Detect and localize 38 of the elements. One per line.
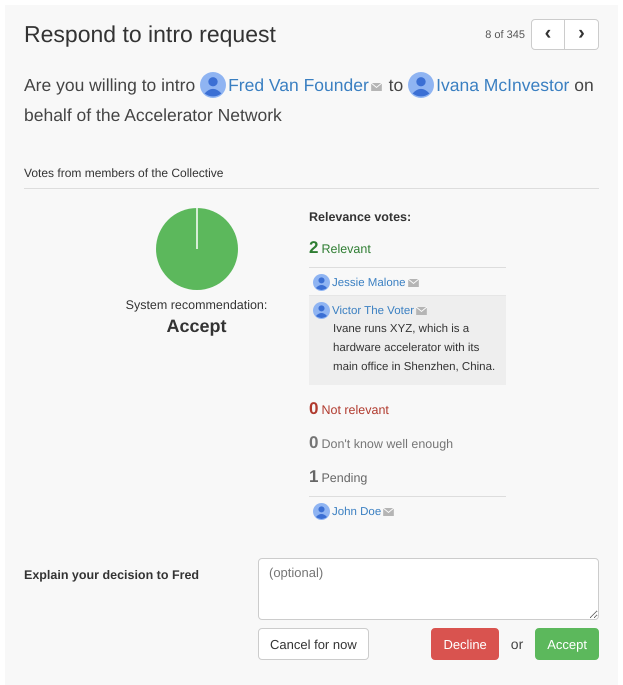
avatar-icon [313, 302, 330, 319]
page-title: Respond to intro request [24, 21, 276, 48]
voter-comment: Ivane runs XYZ, which is a hardware accelerator with its main office in Shenzhen, China. [332, 322, 496, 375]
explain-label: Explain your decision to Fred [24, 567, 200, 584]
recommendation-label: System recommendation: [126, 298, 268, 312]
vote-count: 0 [309, 433, 318, 453]
vote-category: Not relevant [321, 403, 389, 417]
accept-button[interactable]: Accept [535, 628, 599, 660]
section-heading: Votes from members of the Collective [24, 166, 599, 189]
recommendation-value: Accept [166, 316, 227, 337]
explanation-field[interactable]: (optional) [258, 558, 599, 620]
avatar-icon [408, 72, 434, 98]
decline-button[interactable]: Decline [431, 628, 499, 660]
person-link[interactable]: Ivana McInvestor [408, 75, 570, 95]
avatar-icon [313, 503, 330, 520]
mail-icon[interactable] [408, 278, 419, 286]
mail-icon[interactable] [370, 83, 382, 91]
mail-icon[interactable] [416, 306, 428, 314]
voter-link[interactable]: Jessie Malone [332, 276, 406, 288]
page-position: 8 of 345 [485, 28, 525, 40]
vote-count: 1 [309, 467, 318, 487]
vote-count: 2 [309, 238, 318, 258]
relevance-heading: Relevance votes: [309, 210, 412, 224]
previous-button[interactable]: ‹ [531, 19, 565, 50]
voter-link[interactable]: John Doe [332, 506, 382, 518]
voter-link[interactable]: Victor The Voter [332, 304, 414, 316]
next-button[interactable]: › [565, 19, 599, 50]
person-link[interactable]: Fred Van Founder [200, 75, 384, 95]
vote-count: 0 [309, 399, 318, 419]
vote-category: Pending [321, 471, 368, 485]
or-label: or [510, 636, 524, 652]
intro-question: Are you willing to intro Fred Van Founder to Ivana McInvestor on behalf of the Accelerator Network [24, 70, 599, 130]
mail-icon[interactable] [383, 508, 394, 516]
vote-category: Don't know well enough [321, 437, 454, 451]
avatar-icon [200, 72, 226, 98]
cancel-button[interactable]: Cancel for now [258, 628, 369, 660]
vote-category: Relevant [321, 242, 371, 256]
avatar-icon [313, 274, 330, 291]
